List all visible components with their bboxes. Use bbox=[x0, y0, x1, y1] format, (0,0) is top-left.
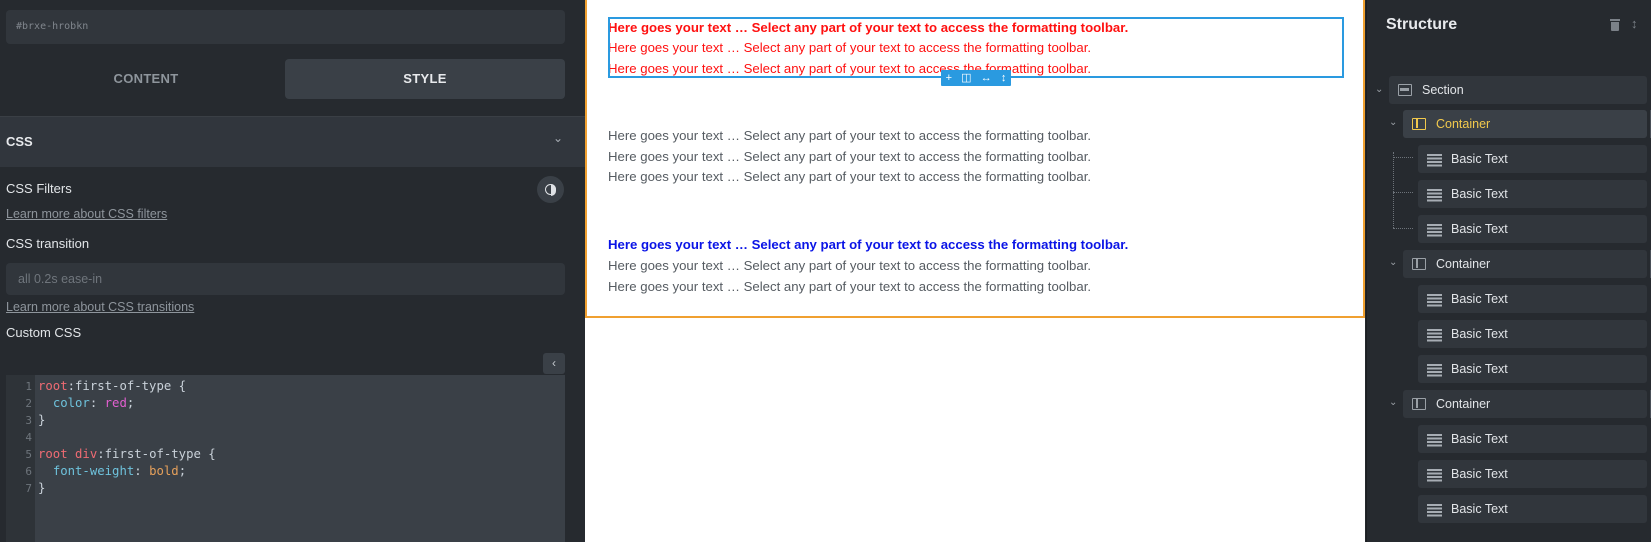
element-id-field[interactable]: #brxe-hrobkn bbox=[6, 10, 565, 44]
structure-node-container[interactable]: Container bbox=[1403, 110, 1647, 138]
basic-text[interactable]: Here goes your text … Select any part of… bbox=[608, 128, 1091, 143]
line-number: 7 bbox=[25, 482, 32, 495]
structure-panel: Structure ↕ ⌄ Section ⌄ Container Basic … bbox=[1366, 0, 1651, 542]
line-number: 4 bbox=[25, 431, 32, 444]
tree-connector bbox=[1393, 192, 1413, 193]
css-filters-label: CSS Filters bbox=[6, 181, 72, 196]
structure-node-text[interactable]: Basic Text bbox=[1418, 355, 1647, 383]
line-number: 2 bbox=[25, 397, 32, 410]
structure-node-container[interactable]: Container bbox=[1403, 390, 1647, 418]
text-lines-icon bbox=[1427, 293, 1442, 305]
tab-style[interactable]: STYLE bbox=[285, 59, 565, 99]
chevron-down-icon[interactable]: ⌄ bbox=[1389, 257, 1397, 268]
basic-text[interactable]: Here goes your text … Select any part of… bbox=[608, 237, 1128, 252]
expand-icon[interactable]: ↕ bbox=[1631, 16, 1638, 31]
structure-node-text[interactable]: Basic Text bbox=[1418, 495, 1647, 523]
node-label: Basic Text bbox=[1451, 187, 1508, 201]
custom-css-editor[interactable]: 1 2 3 4 5 6 7 root:first-of-type { color… bbox=[6, 375, 565, 542]
line-number: 6 bbox=[25, 465, 32, 478]
css-filters-link[interactable]: Learn more about CSS filters bbox=[6, 207, 167, 221]
element-settings-panel: #brxe-hrobkn CONTENT STYLE CSS ⌄ CSS Fil… bbox=[0, 0, 585, 542]
code-line[interactable]: font-weight: bold; bbox=[38, 463, 186, 480]
line-number: 5 bbox=[25, 448, 32, 461]
text-lines-icon bbox=[1427, 468, 1442, 480]
css-transition-label: CSS transition bbox=[6, 236, 90, 251]
custom-css-label: Custom CSS bbox=[6, 325, 82, 340]
plus-icon[interactable]: + bbox=[946, 70, 952, 86]
structure-node-text[interactable]: Basic Text bbox=[1418, 425, 1647, 453]
css-section-header[interactable]: CSS ⌄ bbox=[0, 116, 585, 167]
container-icon bbox=[1412, 258, 1426, 270]
node-label: Section bbox=[1422, 83, 1464, 97]
css-transition-input[interactable]: all 0.2s ease-in bbox=[6, 263, 565, 295]
tree-connector bbox=[1393, 228, 1413, 229]
code-line[interactable]: } bbox=[38, 412, 45, 429]
node-label: Basic Text bbox=[1451, 152, 1508, 166]
node-label: Basic Text bbox=[1451, 362, 1508, 376]
code-line[interactable]: color: red; bbox=[38, 395, 134, 412]
css-section-title: CSS bbox=[6, 134, 33, 149]
css-transitions-link[interactable]: Learn more about CSS transitions bbox=[6, 300, 194, 314]
node-label: Container bbox=[1436, 257, 1491, 271]
node-label: Basic Text bbox=[1451, 502, 1508, 516]
container-icon bbox=[1412, 118, 1426, 130]
css-filters-button[interactable] bbox=[537, 176, 564, 203]
structure-node-text[interactable]: Basic Text bbox=[1418, 285, 1647, 313]
node-label: Basic Text bbox=[1451, 432, 1508, 446]
selected-container-outline bbox=[608, 17, 1344, 78]
node-label: Container bbox=[1436, 397, 1491, 411]
tree-connector bbox=[1393, 157, 1413, 158]
trash-icon[interactable] bbox=[1610, 19, 1620, 31]
text-lines-icon bbox=[1427, 363, 1442, 375]
chevron-down-icon[interactable]: ⌄ bbox=[1375, 84, 1383, 95]
code-line[interactable]: root:first-of-type { bbox=[38, 378, 186, 395]
tab-content[interactable]: CONTENT bbox=[6, 59, 286, 99]
structure-node-section[interactable]: Section bbox=[1389, 76, 1647, 104]
structure-node-text[interactable]: Basic Text bbox=[1418, 215, 1647, 243]
height-icon[interactable]: ↕ bbox=[1001, 70, 1007, 86]
text-lines-icon bbox=[1427, 433, 1442, 445]
code-line[interactable]: } bbox=[38, 480, 45, 497]
structure-node-text[interactable]: Basic Text bbox=[1418, 460, 1647, 488]
basic-text[interactable]: Here goes your text … Select any part of… bbox=[608, 279, 1091, 294]
node-label: Basic Text bbox=[1451, 222, 1508, 236]
text-lines-icon bbox=[1427, 188, 1442, 200]
structure-title: Structure bbox=[1386, 16, 1458, 33]
container-icon bbox=[1412, 398, 1426, 410]
chevron-down-icon[interactable]: ⌄ bbox=[1389, 397, 1397, 408]
basic-text[interactable]: Here goes your text … Select any part of… bbox=[608, 258, 1091, 273]
structure-node-text[interactable]: Basic Text bbox=[1418, 145, 1647, 173]
collapse-editor-button[interactable]: ‹ bbox=[543, 353, 565, 374]
chevron-down-icon[interactable]: ⌄ bbox=[553, 131, 563, 145]
text-lines-icon bbox=[1427, 223, 1442, 235]
node-label: Container bbox=[1436, 117, 1491, 131]
structure-node-container[interactable]: Container bbox=[1403, 250, 1647, 278]
basic-text[interactable]: Here goes your text … Select any part of… bbox=[608, 169, 1091, 184]
text-lines-icon bbox=[1427, 503, 1442, 515]
tree-connector bbox=[1393, 152, 1394, 228]
structure-node-text[interactable]: Basic Text bbox=[1418, 320, 1647, 348]
code-line[interactable]: root div:first-of-type { bbox=[38, 446, 216, 463]
structure-node-text[interactable]: Basic Text bbox=[1418, 180, 1647, 208]
chevron-down-icon[interactable]: ⌄ bbox=[1389, 117, 1397, 128]
node-label: Basic Text bbox=[1451, 327, 1508, 341]
node-label: Basic Text bbox=[1451, 467, 1508, 481]
text-lines-icon bbox=[1427, 328, 1442, 340]
text-lines-icon bbox=[1427, 153, 1442, 165]
width-icon[interactable]: ↔ bbox=[981, 70, 992, 86]
builder-canvas: Here goes your text … Select any part of… bbox=[585, 0, 1365, 542]
node-label: Basic Text bbox=[1451, 292, 1508, 306]
basic-text[interactable]: Here goes your text … Select any part of… bbox=[608, 149, 1091, 164]
line-number: 3 bbox=[25, 414, 32, 427]
line-number: 1 bbox=[25, 380, 32, 393]
line-number-gutter: 1 2 3 4 5 6 7 bbox=[6, 375, 35, 542]
columns-icon[interactable]: ◫ bbox=[961, 70, 971, 86]
element-toolbar: + ◫ ↔ ↕ bbox=[941, 70, 1011, 86]
section-icon bbox=[1398, 84, 1412, 96]
